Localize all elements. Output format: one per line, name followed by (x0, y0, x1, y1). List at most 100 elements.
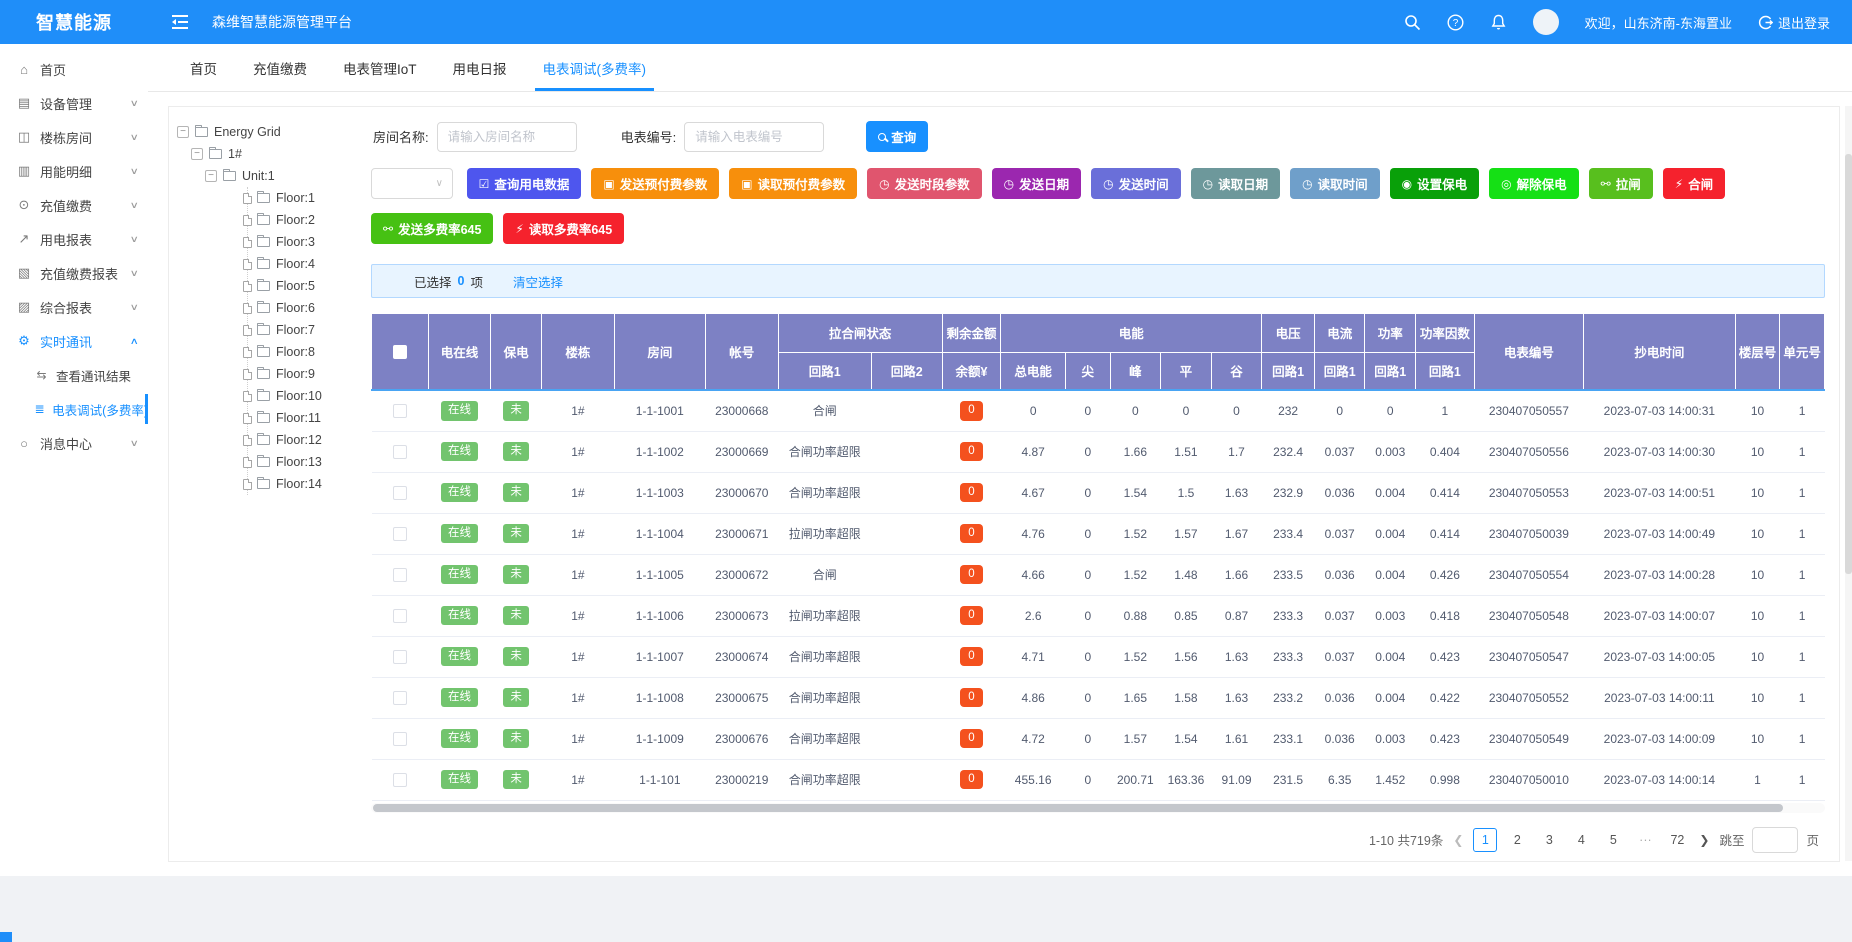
row-checkbox[interactable] (393, 609, 407, 623)
collapse-node-icon[interactable]: − (191, 148, 203, 160)
sidebar-item-label: 首页 (40, 60, 138, 79)
next-page-arrow[interactable]: ❯ (1697, 833, 1711, 847)
search-button[interactable]: 查询 (866, 121, 928, 152)
sidebar-subitem-查看通讯结果[interactable]: ⇆查看通讯结果 (0, 358, 148, 392)
button-读取多费率645[interactable]: ⚡读取多费率645 (503, 213, 624, 244)
page-number-5[interactable]: 5 (1601, 828, 1625, 852)
sidebar-item-充值缴费[interactable]: ⊙充值缴费∨ (0, 188, 148, 222)
sidebar-item-实时通讯[interactable]: ⚙实时通讯∧ (0, 324, 148, 358)
page-number-3[interactable]: 3 (1537, 828, 1561, 852)
tab-首页[interactable]: 首页 (172, 44, 235, 91)
help-icon[interactable]: ? (1447, 14, 1464, 31)
sidebar-item-充值缴费报表[interactable]: ▧充值缴费报表∨ (0, 256, 148, 290)
row-checkbox[interactable] (393, 650, 407, 664)
tree-node-floor[interactable]: Floor:4 (243, 253, 361, 275)
tree-node-floor[interactable]: Floor:14 (243, 473, 361, 495)
select-all-checkbox[interactable] (393, 345, 407, 359)
sidebar-subitem-电表调试(多费率)[interactable]: ≣电表调试(多费率) (0, 392, 148, 426)
sidebar-item-设备管理[interactable]: ▤设备管理∨ (0, 86, 148, 120)
row-checkbox[interactable] (393, 568, 407, 582)
button-label: 读取日期 (1218, 174, 1268, 193)
page-number-72[interactable]: 72 (1665, 828, 1689, 852)
logout-button[interactable]: 退出登录 (1758, 13, 1830, 32)
cell-protect: 未 (491, 595, 542, 636)
chevron-down-icon: ∨ (130, 302, 139, 313)
button-发送多费率645[interactable]: ⚯发送多费率645 (371, 213, 493, 244)
tab-电表管理IoT[interactable]: 电表管理IoT (325, 44, 435, 91)
clock-icon: ◷ (1103, 177, 1113, 191)
row-checkbox[interactable] (393, 445, 407, 459)
button-读取预付费参数[interactable]: ▣读取预付费参数 (729, 168, 857, 199)
meter-no-input[interactable] (684, 122, 824, 152)
button-拉闸[interactable]: ⚯拉闸 (1589, 168, 1653, 199)
row-checkbox[interactable] (393, 527, 407, 541)
cell-floor: 1 (1735, 759, 1780, 800)
tab-用电日报[interactable]: 用电日报 (435, 44, 525, 91)
sidebar-item-首页[interactable]: ⌂首页 (0, 52, 148, 86)
button-查询用电数据[interactable]: ☑查询用电数据 (467, 168, 582, 199)
svg-text:?: ? (1452, 18, 1458, 29)
button-合闸[interactable]: ⚡合闸 (1663, 168, 1725, 199)
collapse-sidebar-icon[interactable] (170, 14, 190, 30)
tree-node-floor[interactable]: Floor:11 (243, 407, 361, 429)
sidebar-item-消息中心[interactable]: ○消息中心∨ (0, 426, 148, 460)
collapse-node-icon[interactable]: − (205, 170, 217, 182)
tree-node-floor[interactable]: Floor:3 (243, 231, 361, 253)
tree-node-unit[interactable]: − Unit:1 (205, 165, 361, 187)
notification-bell-icon[interactable] (1490, 14, 1507, 31)
sidebar-item-楼栋房间[interactable]: ◫楼栋房间∨ (0, 120, 148, 154)
tree-node-floor[interactable]: Floor:7 (243, 319, 361, 341)
row-checkbox[interactable] (393, 773, 407, 787)
tree-node-floor[interactable]: Floor:1 (243, 187, 361, 209)
button-设置保电[interactable]: ◉设置保电 (1390, 168, 1480, 199)
jump-page-input[interactable] (1752, 827, 1798, 853)
page-number-1[interactable]: 1 (1473, 828, 1497, 852)
row-checkbox[interactable] (393, 486, 407, 500)
button-发送时段参数[interactable]: ◷发送时段参数 (867, 168, 982, 199)
tree-node-floor[interactable]: Floor:2 (243, 209, 361, 231)
row-checkbox[interactable] (393, 404, 407, 418)
cell-read_time: 2023-07-03 14:00:14 (1584, 759, 1736, 800)
tree-node-floor[interactable]: Floor:13 (243, 451, 361, 473)
tab-充值缴费[interactable]: 充值缴费 (235, 44, 325, 91)
button-读取时间[interactable]: ◷读取时间 (1290, 168, 1380, 199)
tab-电表调试(多费率)[interactable]: 电表调试(多费率) (525, 44, 665, 91)
room-name-input[interactable] (437, 122, 577, 152)
sidebar-item-用能明细[interactable]: ▥用能明细∨ (0, 154, 148, 188)
row-checkbox[interactable] (393, 732, 407, 746)
prev-page-arrow[interactable]: ❮ (1451, 833, 1465, 847)
tree-node-building[interactable]: − 1# (191, 143, 361, 165)
clear-selection-link[interactable]: 清空选择 (513, 272, 563, 291)
rate-select[interactable]: ∨ (371, 168, 453, 199)
cell-floor: 10 (1735, 595, 1780, 636)
tree-node-floor[interactable]: Floor:9 (243, 363, 361, 385)
button-发送日期[interactable]: ◷发送日期 (992, 168, 1082, 199)
user-avatar[interactable] (1533, 9, 1559, 35)
tree-node-floor[interactable]: Floor:12 (243, 429, 361, 451)
tree-node-floor[interactable]: Floor:5 (243, 275, 361, 297)
button-读取日期[interactable]: ◷读取日期 (1191, 168, 1281, 199)
button-解除保电[interactable]: ◎解除保电 (1489, 168, 1579, 199)
button-发送时间[interactable]: ◷发送时间 (1091, 168, 1181, 199)
sidebar-item-用电报表[interactable]: ↗用电报表∨ (0, 222, 148, 256)
search-icon[interactable] (1404, 14, 1421, 31)
row-checkbox[interactable] (393, 691, 407, 705)
page-number-4[interactable]: 4 (1569, 828, 1593, 852)
horizontal-scrollbar[interactable] (371, 803, 1825, 813)
cell-unit: 1 (1780, 390, 1825, 431)
page-number-2[interactable]: 2 (1505, 828, 1529, 852)
vertical-scrollbar[interactable] (1845, 106, 1852, 861)
cell-meter_no: 230407050552 (1474, 677, 1583, 718)
tree-node-floor[interactable]: Floor:6 (243, 297, 361, 319)
tree-node-label: Floor:7 (276, 323, 315, 337)
cell-pf: 0.423 (1416, 718, 1475, 759)
cell-unit: 1 (1780, 636, 1825, 677)
collapse-node-icon[interactable]: − (177, 126, 189, 138)
content-main: 房间名称: 电表编号: 查询 ∨ ☑查询用电数据▣发送预付费参数▣读取预付费参数… (361, 107, 1839, 861)
sidebar-item-综合报表[interactable]: ▨综合报表∨ (0, 290, 148, 324)
button-发送预付费参数[interactable]: ▣发送预付费参数 (591, 168, 719, 199)
file-icon (243, 259, 252, 270)
tree-node-floor[interactable]: Floor:8 (243, 341, 361, 363)
tree-node-root[interactable]: − Energy Grid (177, 121, 361, 143)
tree-node-floor[interactable]: Floor:10 (243, 385, 361, 407)
